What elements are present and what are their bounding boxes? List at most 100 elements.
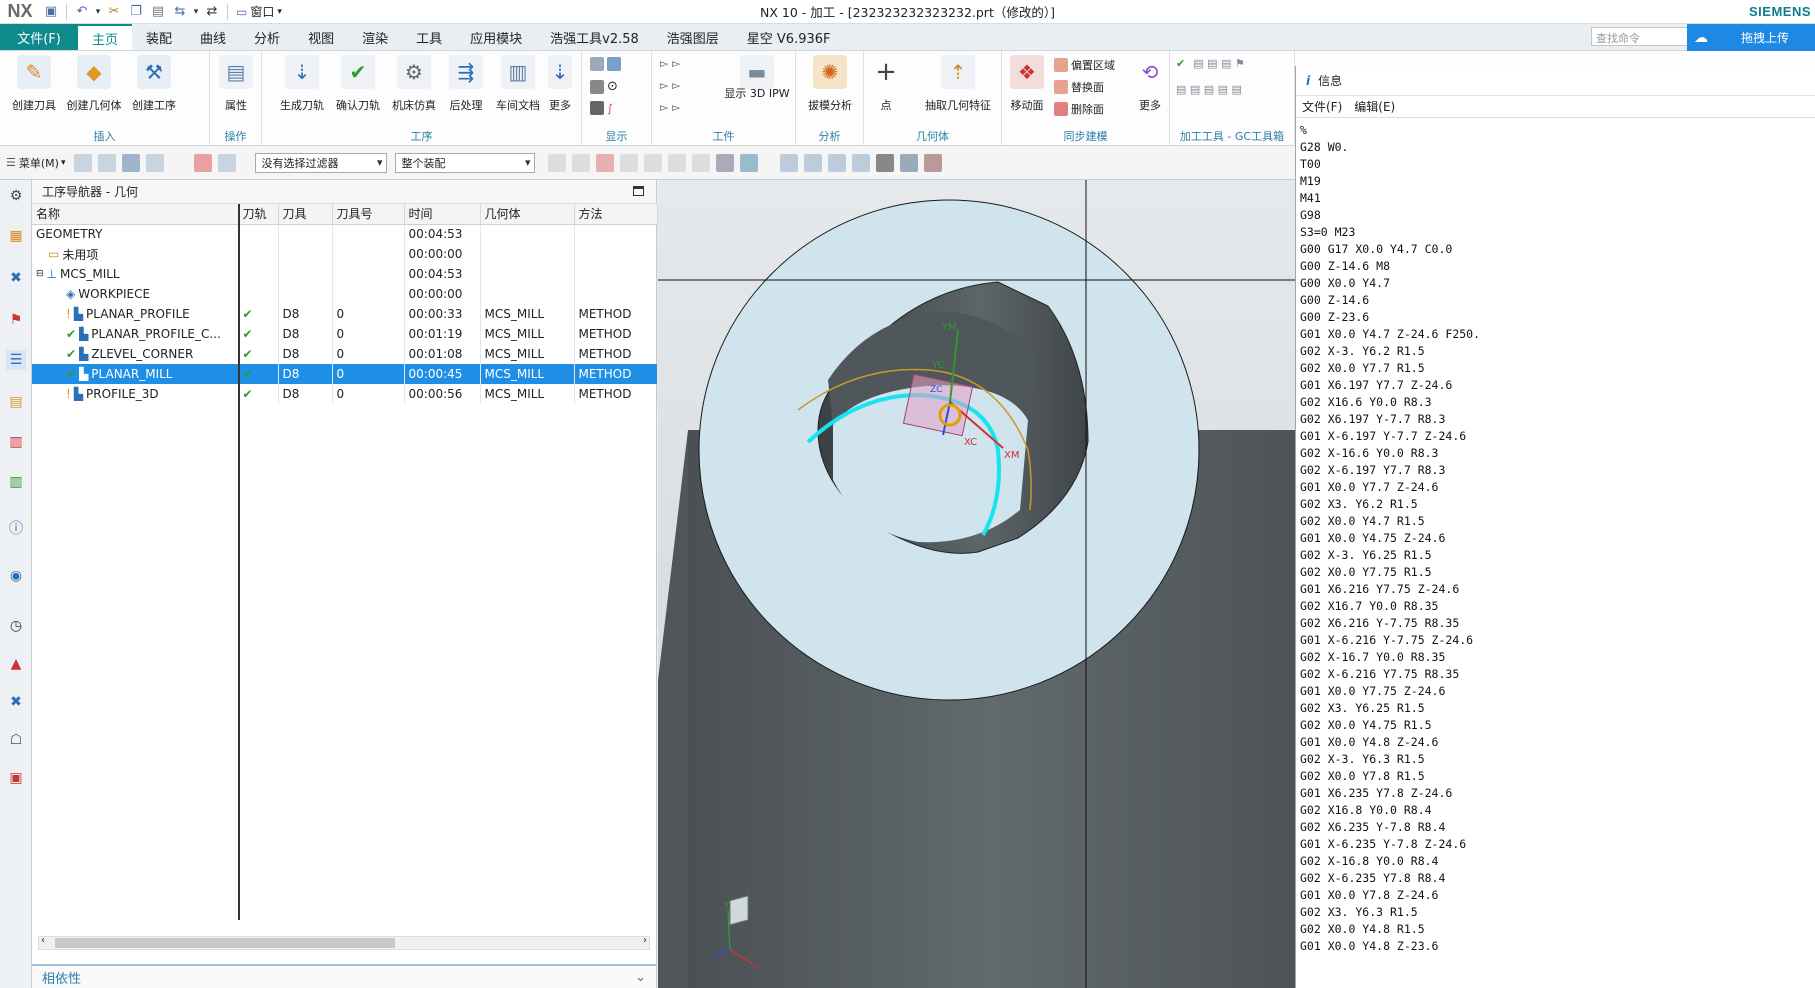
type-filter-select[interactable]: 没有选择过滤器 [255, 152, 388, 173]
process-studio-icon[interactable]: ✖ [6, 692, 26, 712]
clock-icon[interactable]: ◷ [6, 616, 26, 636]
filter-icon[interactable] [194, 153, 213, 172]
part-navigator-icon[interactable]: ⚑ [6, 310, 26, 330]
view-icon[interactable] [828, 153, 847, 172]
extract-geometry-button[interactable]: ⇡ 抽取几何特征 [916, 55, 1000, 113]
column-header-name[interactable]: 名称 [32, 204, 239, 225]
table-row[interactable]: ◈ WORKPIECE 00:00:00 [32, 284, 658, 304]
machine-navigator-icon[interactable]: ▤ [6, 392, 26, 412]
draft-analysis-button[interactable]: ✺ 拔模分析 [802, 55, 858, 113]
column-header-geometry[interactable]: 几何体 [480, 204, 575, 225]
tab-xingkong[interactable]: 星空 V6.936F [733, 24, 845, 50]
undo-icon[interactable]: ↶ [71, 2, 93, 22]
maximize-icon[interactable] [633, 186, 644, 196]
post-process-button[interactable]: ⇶ 后处理 [438, 55, 494, 113]
gc-row[interactable]: ▤ ▤ ▤ ▤ ▤ [1176, 83, 1242, 96]
info-menu-edit[interactable]: 编辑(E) [1354, 98, 1395, 115]
column-header-time[interactable]: 时间 [404, 204, 481, 225]
table-row[interactable]: ⊟ ⊥ MCS_MILL 00:04:53 [32, 264, 658, 284]
view-icon[interactable] [900, 153, 919, 172]
dependency-panel[interactable]: 相依性 ⌄ [32, 964, 656, 988]
file-menu[interactable]: 文件(F) [0, 24, 78, 50]
table-row[interactable]: ✔ ▙ ZLEVEL_CORNER ✔ D8 0 00:01:08 MCS_MILL… [32, 344, 658, 364]
dropdown-icon[interactable]: ▾ [191, 2, 201, 22]
library-icon[interactable]: ▥ [6, 472, 26, 492]
snap-icon[interactable] [644, 153, 663, 172]
assembly-navigator-icon[interactable]: ▦ [6, 226, 26, 246]
table-row[interactable]: ! ▙ PROFILE_3D ✔ D8 0 00:00:56 MCS_MILL ME… [32, 384, 658, 404]
column-header-path[interactable]: 刀轨 [238, 204, 279, 225]
snap-icon[interactable] [572, 153, 591, 172]
filter-icon[interactable] [218, 153, 237, 172]
replace-face-button[interactable]: 替换面 [1054, 79, 1104, 95]
selection-icon[interactable] [98, 153, 117, 172]
info-menu-file[interactable]: 文件(F) [1302, 98, 1342, 115]
operation-navigator-icon[interactable]: ☰ [6, 350, 26, 370]
gear-icon[interactable]: ⚙ [6, 186, 26, 206]
gc-row[interactable]: ✔ ▤ ▤ ▤ ⚑ [1176, 57, 1245, 70]
tab-assembly[interactable]: 装配 [132, 24, 186, 50]
display-row[interactable]: ∫ [590, 101, 613, 115]
delete-face-button[interactable]: 删除面 [1054, 101, 1104, 117]
reuse-library-icon[interactable]: ▥ [6, 432, 26, 452]
cut-icon[interactable]: ✂ [103, 2, 125, 22]
tab-analysis[interactable]: 分析 [240, 24, 294, 50]
create-tool-button[interactable]: ✎ 创建刀具 [6, 55, 62, 113]
create-operation-button[interactable]: ⚒ 创建工序 [126, 55, 182, 113]
workpiece-row[interactable]: ▻ ▻ [660, 57, 680, 70]
tab-haoqiang-layers[interactable]: 浩强图层 [653, 24, 733, 50]
tab-home[interactable]: 主页 [78, 24, 133, 50]
web-browser-icon[interactable]: ⓘ [6, 518, 26, 538]
nc-program-text[interactable]: % G28 W0. T00 M19 M41 G98 S3=0 M23 G00 G17 X0.0… [1296, 120, 1815, 988]
point-button[interactable]: + 点 [864, 55, 908, 113]
touch-mode-icon[interactable]: ⇄ [201, 2, 223, 22]
roles-icon[interactable]: ☖ [6, 730, 26, 750]
table-row[interactable]: GEOMETRY 00:04:53 [32, 224, 658, 244]
scrollbar-thumb[interactable] [55, 938, 395, 948]
tab-applications[interactable]: 应用模块 [456, 24, 536, 50]
properties-button[interactable]: ▤ 属性 [208, 55, 264, 113]
table-row[interactable]: ! ▙ PLANAR_PROFILE ✔ D8 0 00:00:33 MCS_MIL… [32, 304, 658, 324]
tab-render[interactable]: 渲染 [348, 24, 402, 50]
snap-icon[interactable] [620, 153, 639, 172]
menu-button[interactable]: ☰ 菜单(M) ▾ [0, 155, 71, 171]
snap-icon[interactable] [596, 153, 615, 172]
workpiece-row[interactable]: ▻ ▻ [660, 79, 680, 92]
view-icon[interactable] [876, 153, 895, 172]
table-row[interactable]: ▭ 未用项 00:00:00 [32, 244, 658, 264]
generate-path-button[interactable]: ⇣ 生成刀轨 [274, 55, 330, 113]
copy-icon[interactable]: ❐ [125, 2, 147, 22]
table-row-selected[interactable]: ✔ ▙ PLANAR_MILL ✔ D8 0 00:00:45 MCS_MILL M… [32, 364, 658, 384]
display-row[interactable]: ⊙ [590, 79, 618, 94]
scope-select[interactable]: 整个装配 [395, 152, 536, 173]
constraint-navigator-icon[interactable]: ✖ [6, 268, 26, 288]
snap-icon[interactable] [548, 153, 567, 172]
move-face-button[interactable]: ❖ 移动面 [1002, 55, 1052, 113]
more-button[interactable]: ⇣ 更多 [538, 55, 582, 113]
palette-icon[interactable]: ▲ [6, 654, 26, 674]
history-icon[interactable]: ◉ [6, 566, 26, 586]
show-3d-ipw-button[interactable]: ▬ 显示 3D IPW [722, 55, 792, 101]
table-row[interactable]: ✔ ▙ PLANAR_PROFILE_C... ✔ D8 0 00:01:19 MC… [32, 324, 658, 344]
machine-sim-button[interactable]: ⚙ 机床仿真 [386, 55, 442, 113]
column-header-method[interactable]: 方法 [574, 204, 658, 225]
column-header-tool-number[interactable]: 刀具号 [332, 204, 405, 225]
tab-view[interactable]: 视图 [294, 24, 348, 50]
view-icon[interactable] [780, 153, 799, 172]
dropdown-icon[interactable]: ▾ [93, 2, 103, 22]
offset-region-button[interactable]: 偏置区域 [1054, 57, 1115, 73]
repeat-command-icon[interactable]: ⇆ [169, 2, 191, 22]
tab-haoqiang-tools[interactable]: 浩强工具v2.58 [536, 24, 653, 50]
scroll-right-icon[interactable]: › [643, 935, 647, 946]
view-icon[interactable] [852, 153, 871, 172]
save-icon[interactable]: ▣ [40, 2, 62, 22]
cloud-icon[interactable]: ☁ [1687, 24, 1715, 51]
upload-button[interactable]: 拖拽上传 [1715, 24, 1815, 51]
selection-icon[interactable] [74, 153, 93, 172]
workpiece-row[interactable]: ▻ ▻ [660, 101, 680, 114]
selection-icon[interactable] [122, 153, 141, 172]
scroll-left-icon[interactable]: ‹ [41, 935, 45, 946]
display-row[interactable] [590, 57, 621, 71]
collapse-icon[interactable]: ⊟ [36, 269, 44, 279]
snap-icon[interactable] [668, 153, 687, 172]
